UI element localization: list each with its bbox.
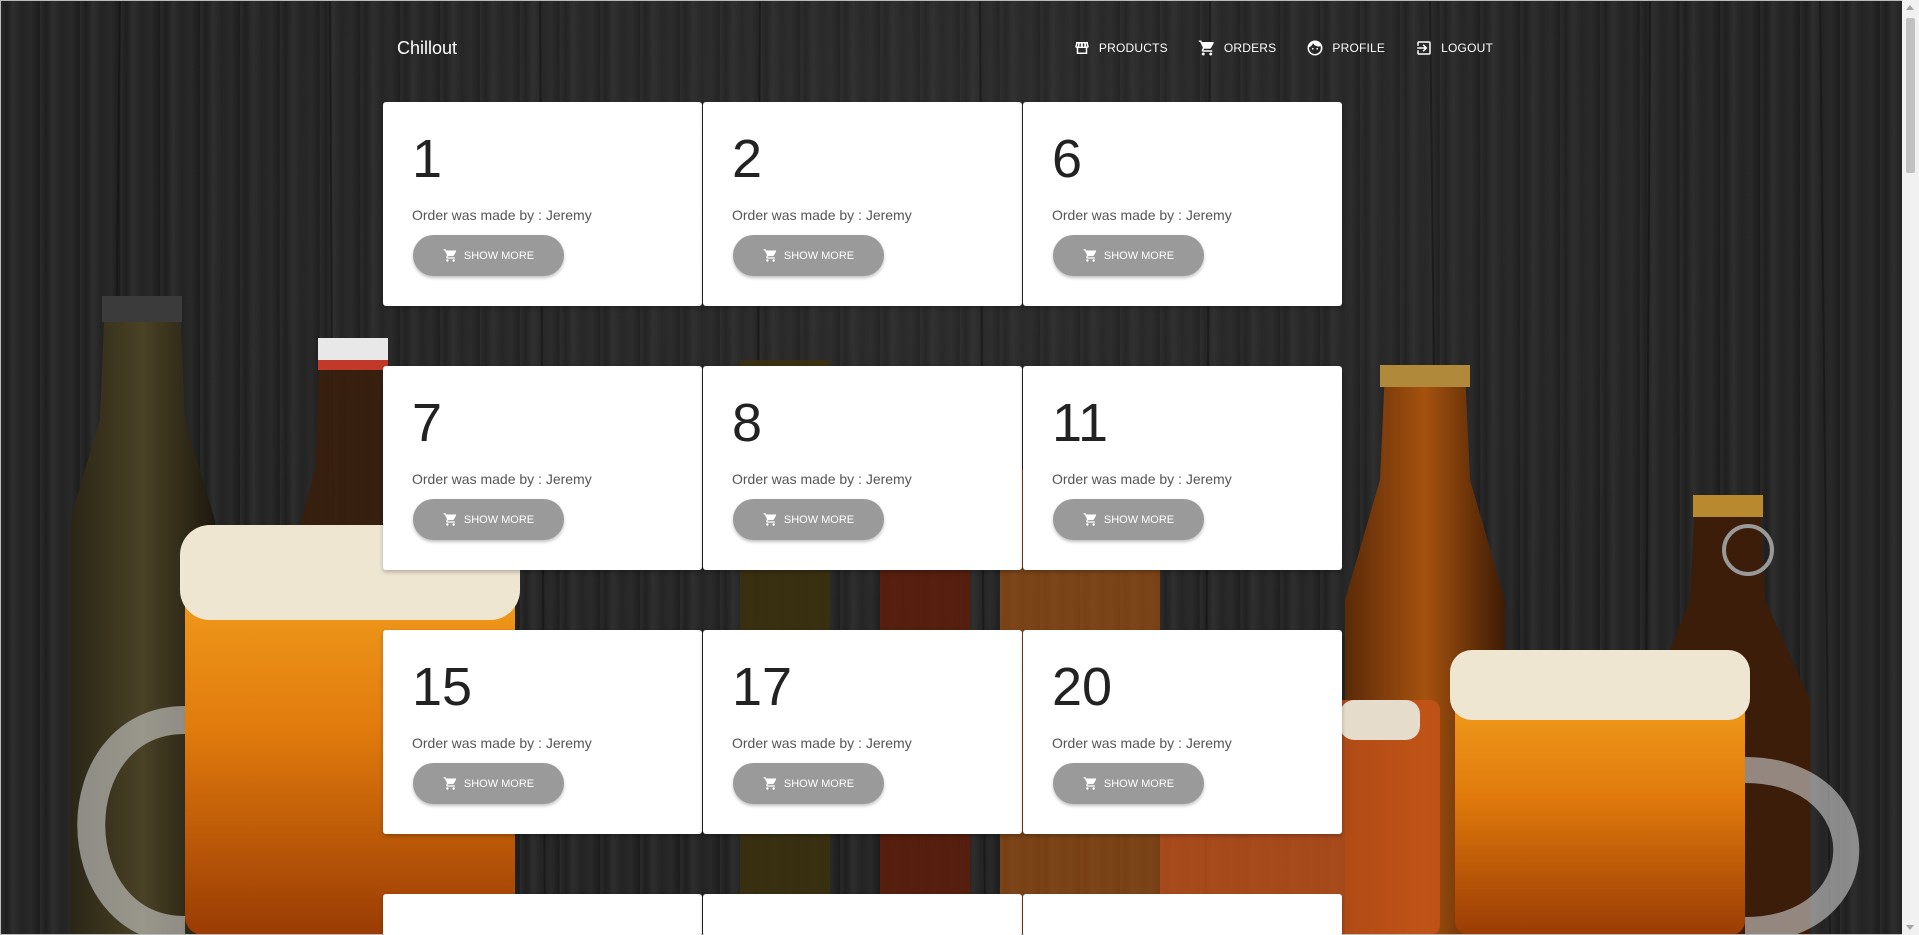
cart-icon: [763, 513, 776, 526]
order-id: 15: [412, 657, 473, 717]
order-made-by: Order was made by : Jeremy: [1052, 735, 1232, 751]
show-more-button[interactable]: SHOW MORE: [1053, 499, 1204, 540]
order-made-by: Order was made by : Jeremy: [732, 207, 912, 223]
cart-icon: [443, 249, 456, 262]
order-card: 11 Order was made by : Jeremy SHOW MORE: [1023, 366, 1342, 570]
top-navbar: Chillout PRODUCTS ORDERS PROFILE LOGOUT: [383, 28, 1493, 68]
order-card: 6 Order was made by : Jeremy SHOW MORE: [1023, 102, 1342, 306]
order-made-by: Order was made by : Jeremy: [1052, 207, 1232, 223]
show-more-button[interactable]: SHOW MORE: [413, 499, 564, 540]
order-card: 7 Order was made by : Jeremy SHOW MORE: [383, 366, 702, 570]
show-more-button[interactable]: SHOW MORE: [413, 763, 564, 804]
show-more-button[interactable]: SHOW MORE: [1053, 235, 1204, 276]
nav-products-label: PRODUCTS: [1098, 41, 1168, 55]
order-card: 8 Order was made by : Jeremy SHOW MORE: [703, 366, 1022, 570]
show-more-label: SHOW MORE: [1103, 513, 1175, 526]
order-made-by: Order was made by : Jeremy: [732, 471, 912, 487]
order-id: 11: [1052, 393, 1109, 453]
order-made-by: Order was made by : Jeremy: [412, 735, 592, 751]
show-more-button[interactable]: SHOW MORE: [1053, 763, 1204, 804]
order-card: 17 Order was made by : Jeremy SHOW MORE: [703, 630, 1022, 834]
order-card: [1023, 894, 1342, 935]
nav-orders-label: ORDERS: [1223, 41, 1277, 55]
logout-icon: [1417, 41, 1431, 55]
order-id: 6: [1052, 129, 1083, 189]
order-id: 7: [412, 393, 443, 453]
nav-products[interactable]: PRODUCTS: [1073, 39, 1168, 57]
order-id: 1: [412, 129, 443, 189]
show-more-button[interactable]: SHOW MORE: [733, 499, 884, 540]
show-more-label: SHOW MORE: [783, 777, 855, 790]
show-more-label: SHOW MORE: [1103, 249, 1175, 262]
order-id: 17: [732, 657, 793, 717]
nav-links: PRODUCTS ORDERS PROFILE LOGOUT: [1043, 39, 1493, 57]
show-more-label: SHOW MORE: [783, 249, 855, 262]
store-icon: [1075, 42, 1089, 54]
brand-logo[interactable]: Chillout: [397, 38, 457, 59]
order-made-by: Order was made by : Jeremy: [732, 735, 912, 751]
show-more-label: SHOW MORE: [1103, 777, 1175, 790]
order-card: 15 Order was made by : Jeremy SHOW MORE: [383, 630, 702, 834]
face-icon: [1307, 40, 1323, 56]
orders-grid: 1 Order was made by : Jeremy SHOW MORE 2…: [383, 102, 1342, 935]
order-id: 2: [732, 129, 763, 189]
nav-logout-label: LOGOUT: [1441, 41, 1493, 55]
cart-icon: [1083, 513, 1096, 526]
order-card: 1 Order was made by : Jeremy SHOW MORE: [383, 102, 702, 306]
cart-icon: [1083, 777, 1096, 790]
cart-icon: [1198, 40, 1214, 56]
nav-profile-label: PROFILE: [1332, 41, 1386, 55]
cart-icon: [1083, 249, 1096, 262]
show-more-button[interactable]: SHOW MORE: [733, 763, 884, 804]
show-more-label: SHOW MORE: [463, 777, 535, 790]
order-id: 20: [1052, 657, 1113, 717]
show-more-label: SHOW MORE: [783, 513, 855, 526]
order-card: [383, 894, 702, 935]
order-card: 20 Order was made by : Jeremy SHOW MORE: [1023, 630, 1342, 834]
order-made-by: Order was made by : Jeremy: [412, 207, 592, 223]
show-more-button[interactable]: SHOW MORE: [413, 235, 564, 276]
order-id: 8: [732, 393, 763, 453]
show-more-label: SHOW MORE: [463, 249, 535, 262]
nav-profile[interactable]: PROFILE: [1306, 39, 1385, 57]
scroll-down-arrow-icon[interactable]: [1906, 925, 1914, 930]
page-scrollbar[interactable]: [1902, 0, 1919, 935]
order-card: 2 Order was made by : Jeremy SHOW MORE: [703, 102, 1022, 306]
nav-orders[interactable]: ORDERS: [1198, 39, 1277, 57]
show-more-button[interactable]: SHOW MORE: [733, 235, 884, 276]
cart-icon: [763, 249, 776, 262]
order-made-by: Order was made by : Jeremy: [412, 471, 592, 487]
cart-icon: [443, 513, 456, 526]
scrollbar-thumb[interactable]: [1906, 18, 1915, 173]
cart-icon: [763, 777, 776, 790]
cart-icon: [443, 777, 456, 790]
nav-logout[interactable]: LOGOUT: [1415, 39, 1493, 57]
order-card: [703, 894, 1022, 935]
scroll-up-arrow-icon[interactable]: [1906, 5, 1914, 10]
order-made-by: Order was made by : Jeremy: [1052, 471, 1232, 487]
show-more-label: SHOW MORE: [463, 513, 535, 526]
